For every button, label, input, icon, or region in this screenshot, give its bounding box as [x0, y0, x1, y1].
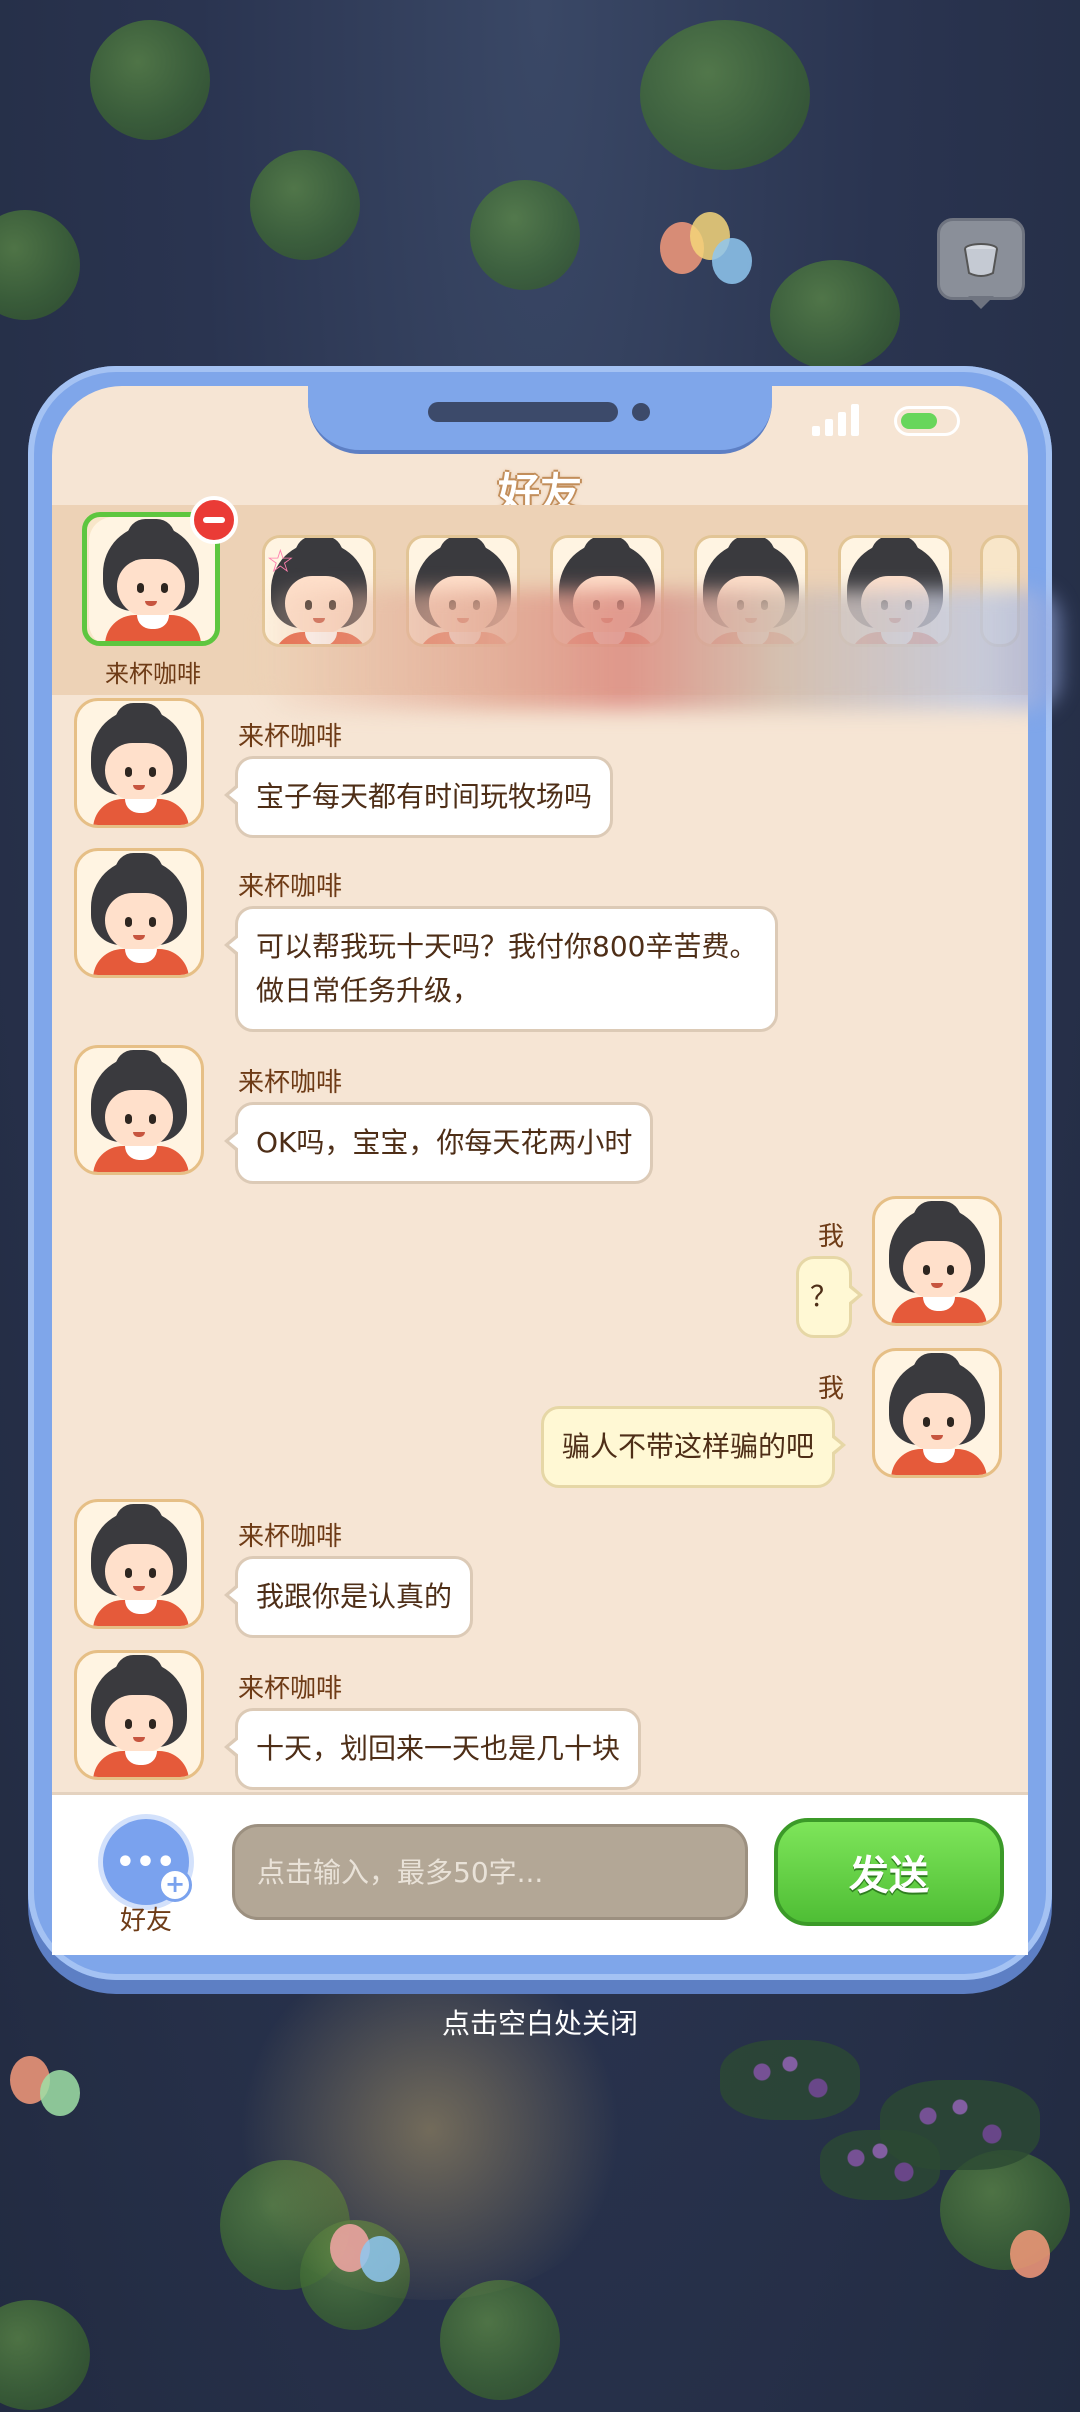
- message-bubble: 宝子每天都有时间玩牧场吗: [223, 756, 614, 838]
- tree: [0, 210, 80, 320]
- message-text: 可以帮我玩十天吗？我付你800辛苦费。: [256, 930, 758, 963]
- sender-name: 来杯咖啡: [238, 872, 343, 902]
- message-text: 我跟你是认真的: [256, 1580, 453, 1613]
- sender-name: 来杯咖啡: [238, 1674, 343, 1704]
- tree: [770, 260, 900, 370]
- speaker-slot: [428, 402, 618, 422]
- tree: [0, 2300, 90, 2410]
- tree: [90, 20, 210, 140]
- balloon: [1010, 2230, 1050, 2278]
- balloon: [712, 238, 752, 284]
- battery-icon: [894, 406, 960, 436]
- message-text: 宝子每天都有时间玩牧场吗: [256, 780, 593, 813]
- tree: [470, 180, 580, 290]
- message-bubble: ？: [796, 1256, 863, 1338]
- message-bubble: 骗人不带这样骗的吧: [541, 1406, 847, 1488]
- message-bubble: OK吗，宝宝，你每天花两小时: [223, 1102, 654, 1184]
- sender-name: 我: [818, 1222, 845, 1252]
- tree: [640, 20, 810, 170]
- bucket-icon: [964, 243, 998, 277]
- message-text: 骗人不带这样骗的吧: [562, 1430, 815, 1463]
- tree: [250, 150, 360, 260]
- my-avatar[interactable]: [872, 1196, 1002, 1326]
- redaction-blur: [265, 590, 1060, 710]
- balloon: [360, 2236, 400, 2282]
- message-text: 做日常任务升级，: [256, 974, 481, 1007]
- sender-name: 来杯咖啡: [238, 1522, 343, 1552]
- close-hint: 点击空白处关闭: [441, 2007, 638, 2040]
- signal-icon: [812, 402, 862, 436]
- message-text: ？: [809, 1280, 838, 1313]
- friend-avatar[interactable]: [74, 698, 204, 828]
- message-input[interactable]: [232, 1824, 748, 1920]
- remove-friend-button[interactable]: [190, 496, 238, 544]
- message-text: OK吗，宝宝，你每天花两小时: [256, 1126, 633, 1159]
- friend-avatar[interactable]: [74, 1499, 204, 1629]
- friend-avatar[interactable]: [74, 848, 204, 978]
- my-avatar[interactable]: [872, 1348, 1002, 1478]
- message-bubble: 十天，划回来一天也是几十块: [223, 1708, 642, 1790]
- friend-avatar[interactable]: [74, 1650, 204, 1780]
- balloon: [40, 2070, 80, 2116]
- star-icon: ☆: [266, 542, 295, 580]
- message-text: 十天，划回来一天也是几十块: [256, 1732, 621, 1765]
- message-bubble: 我跟你是认真的: [223, 1556, 474, 1638]
- sender-name: 来杯咖啡: [238, 722, 343, 752]
- flower-bed: [720, 2040, 860, 2120]
- flower-bed: [820, 2130, 940, 2200]
- send-button[interactable]: 发送: [774, 1818, 1004, 1926]
- selected-friend-name: 来杯咖啡: [105, 660, 201, 688]
- friends-button-label: 好友: [119, 1906, 172, 1936]
- bucket-button[interactable]: [937, 218, 1025, 309]
- camera-dot: [632, 403, 650, 421]
- sender-name: 我: [818, 1374, 845, 1404]
- friend-avatar[interactable]: [74, 1045, 204, 1175]
- message-bubble: 可以帮我玩十天吗？我付你800辛苦费。 做日常任务升级，: [223, 906, 779, 1032]
- sender-name: 来杯咖啡: [238, 1068, 343, 1098]
- add-icon: +: [158, 1868, 192, 1902]
